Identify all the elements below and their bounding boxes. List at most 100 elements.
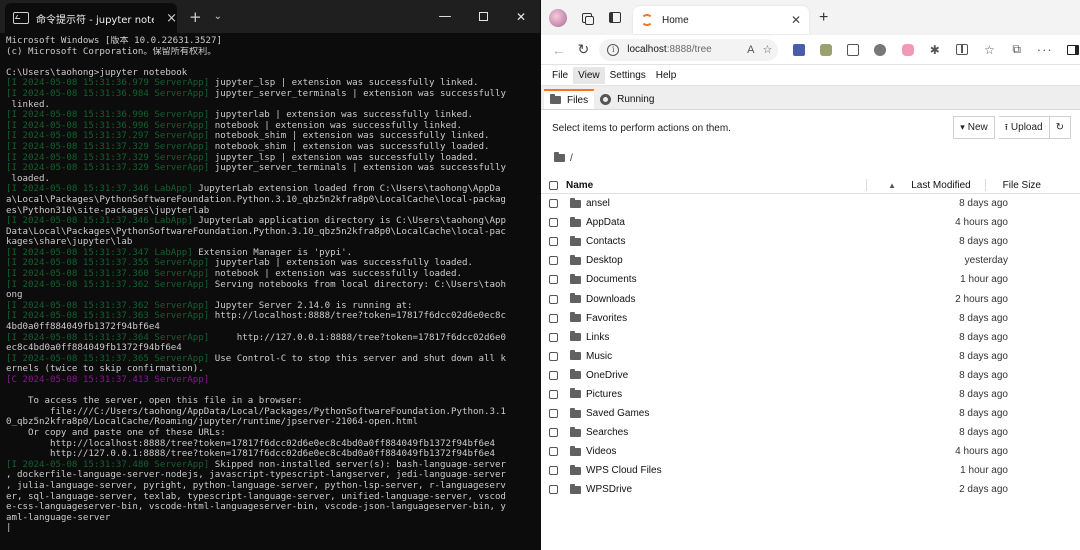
row-checkbox[interactable] xyxy=(549,428,558,438)
extension-icon-4[interactable] xyxy=(873,42,887,58)
column-file-size[interactable]: File Size xyxy=(986,180,1041,191)
menu-file[interactable]: File xyxy=(547,67,573,84)
file-row[interactable]: Saved Games 8 days ago xyxy=(541,404,1080,423)
menu-settings[interactable]: Settings xyxy=(605,67,651,84)
log-text: , dockerfile-language-server-nodejs, jav… xyxy=(6,470,506,481)
home-folder-icon[interactable] xyxy=(554,152,565,162)
file-row[interactable]: Favorites 8 days ago xyxy=(541,309,1080,328)
back-button[interactable]: ← xyxy=(549,39,569,61)
file-row[interactable]: Desktop yesterday xyxy=(541,251,1080,270)
row-checkbox[interactable] xyxy=(549,409,558,419)
extension-icon-2[interactable] xyxy=(819,42,833,58)
profile-avatar[interactable] xyxy=(549,8,567,27)
workspaces-icon[interactable] xyxy=(579,10,595,26)
close-window-button[interactable]: ✕ xyxy=(502,0,540,33)
file-name[interactable]: OneDrive xyxy=(586,370,886,381)
chevron-down-icon[interactable]: ⌄ xyxy=(214,11,222,22)
file-name[interactable]: AppData xyxy=(586,217,886,228)
terminal-tab[interactable]: 命令提示符 - jupyter noteboc × xyxy=(5,3,177,33)
column-name[interactable]: Name ▲ xyxy=(566,180,896,191)
file-row[interactable]: AppData 4 hours ago xyxy=(541,213,1080,232)
terminal-output[interactable]: Microsoft Windows [版本 10.0.22631.3527] (c… xyxy=(6,36,524,534)
file-row[interactable]: WPSDrive 2 days ago xyxy=(541,480,1080,499)
row-checkbox[interactable] xyxy=(549,485,558,495)
row-checkbox[interactable] xyxy=(549,256,558,266)
row-checkbox[interactable] xyxy=(549,237,558,247)
file-row[interactable]: ansel 8 days ago xyxy=(541,194,1080,213)
file-row[interactable]: Searches 8 days ago xyxy=(541,423,1080,442)
file-row[interactable]: Contacts 8 days ago xyxy=(541,232,1080,251)
file-name[interactable]: ansel xyxy=(586,198,886,209)
file-row[interactable]: Documents 1 hour ago xyxy=(541,270,1080,289)
new-tab-button[interactable]: + xyxy=(189,8,202,26)
row-checkbox[interactable] xyxy=(549,389,558,399)
new-button[interactable]: ▾ New xyxy=(953,116,995,139)
file-name[interactable]: Contacts xyxy=(586,236,886,247)
extensions-puzzle-icon[interactable]: ✱ xyxy=(928,42,942,58)
file-name[interactable]: Links xyxy=(586,332,886,343)
minimize-button[interactable]: — xyxy=(426,0,464,33)
extension-icon-5[interactable] xyxy=(900,42,914,58)
row-checkbox[interactable] xyxy=(549,199,558,209)
row-checkbox[interactable] xyxy=(549,332,558,342)
reader-mode-icon[interactable]: A xyxy=(747,44,754,56)
file-row[interactable]: Videos 4 hours ago xyxy=(541,442,1080,461)
folder-icon xyxy=(570,407,581,418)
file-row[interactable]: Music 8 days ago xyxy=(541,347,1080,366)
file-row[interactable]: WPS Cloud Files 1 hour ago xyxy=(541,461,1080,480)
split-screen-icon[interactable] xyxy=(955,42,969,58)
file-row[interactable]: Downloads 2 hours ago xyxy=(541,289,1080,308)
more-menu-icon[interactable]: ··· xyxy=(1037,42,1053,58)
sidebar-toggle-icon[interactable] xyxy=(1066,42,1080,58)
collections-icon[interactable]: ⧉ xyxy=(1010,42,1024,58)
menu-help[interactable]: Help xyxy=(651,67,682,84)
row-checkbox[interactable] xyxy=(549,313,558,323)
row-checkbox[interactable] xyxy=(549,447,558,457)
tab-running[interactable]: Running xyxy=(594,89,660,109)
tab-files[interactable]: Files xyxy=(544,89,595,109)
info-icon[interactable]: i xyxy=(607,43,620,56)
file-name[interactable]: Desktop xyxy=(586,255,886,266)
address-bar[interactable]: i localhost:8888/tree A ☆ xyxy=(599,38,779,61)
terminal-line: [I 2024-05-08 15:31:37.346 LabApp] Jupyt… xyxy=(6,184,524,195)
maximize-button[interactable] xyxy=(464,0,502,33)
file-name[interactable]: Documents xyxy=(586,274,886,285)
row-checkbox[interactable] xyxy=(549,294,558,304)
file-row[interactable]: OneDrive 8 days ago xyxy=(541,366,1080,385)
terminal-tab-title: 命令提示符 - jupyter noteboc xyxy=(36,14,154,26)
file-row[interactable]: Links 8 days ago xyxy=(541,328,1080,347)
refresh-button[interactable]: ↻ xyxy=(1049,116,1071,139)
file-name[interactable]: Music xyxy=(586,351,886,362)
row-checkbox[interactable] xyxy=(549,351,558,361)
row-checkbox[interactable] xyxy=(549,275,558,285)
extension-icon-3[interactable] xyxy=(846,42,860,58)
extension-icon-1[interactable] xyxy=(791,42,805,58)
breadcrumb-root[interactable]: / xyxy=(570,153,573,164)
vertical-tabs-icon[interactable] xyxy=(607,10,623,26)
browser-window: Home ✕ + ← ↻ i localhost:8888/tree A ☆ ✱… xyxy=(541,0,1080,550)
file-name[interactable]: Pictures xyxy=(586,389,886,400)
favorites-icon[interactable]: ☆ xyxy=(982,42,996,58)
close-tab-icon[interactable]: × xyxy=(166,11,177,26)
row-checkbox[interactable] xyxy=(549,466,558,476)
file-row[interactable]: Pictures 8 days ago xyxy=(541,385,1080,404)
column-last-modified[interactable]: Last Modified xyxy=(867,180,985,191)
browser-tab-home[interactable]: Home ✕ xyxy=(633,6,809,34)
menu-view[interactable]: View xyxy=(573,66,605,84)
new-tab-button[interactable]: + xyxy=(819,9,828,27)
file-name[interactable]: Downloads xyxy=(586,294,886,305)
file-name[interactable]: Searches xyxy=(586,427,886,438)
file-name[interactable]: Videos xyxy=(586,446,886,457)
jupyter-icon xyxy=(641,14,653,26)
file-name[interactable]: WPSDrive xyxy=(586,484,886,495)
row-checkbox[interactable] xyxy=(549,370,558,380)
file-name[interactable]: WPS Cloud Files xyxy=(586,465,886,476)
file-name[interactable]: Saved Games xyxy=(586,408,886,419)
file-name[interactable]: Favorites xyxy=(586,313,886,324)
upload-button[interactable]: ⭱ Upload xyxy=(998,116,1050,139)
select-all-checkbox[interactable] xyxy=(549,180,558,190)
reload-button[interactable]: ↻ xyxy=(574,39,594,61)
favorite-star-icon[interactable]: ☆ xyxy=(763,43,773,56)
row-checkbox[interactable] xyxy=(549,218,558,228)
close-tab-icon[interactable]: ✕ xyxy=(791,13,801,27)
